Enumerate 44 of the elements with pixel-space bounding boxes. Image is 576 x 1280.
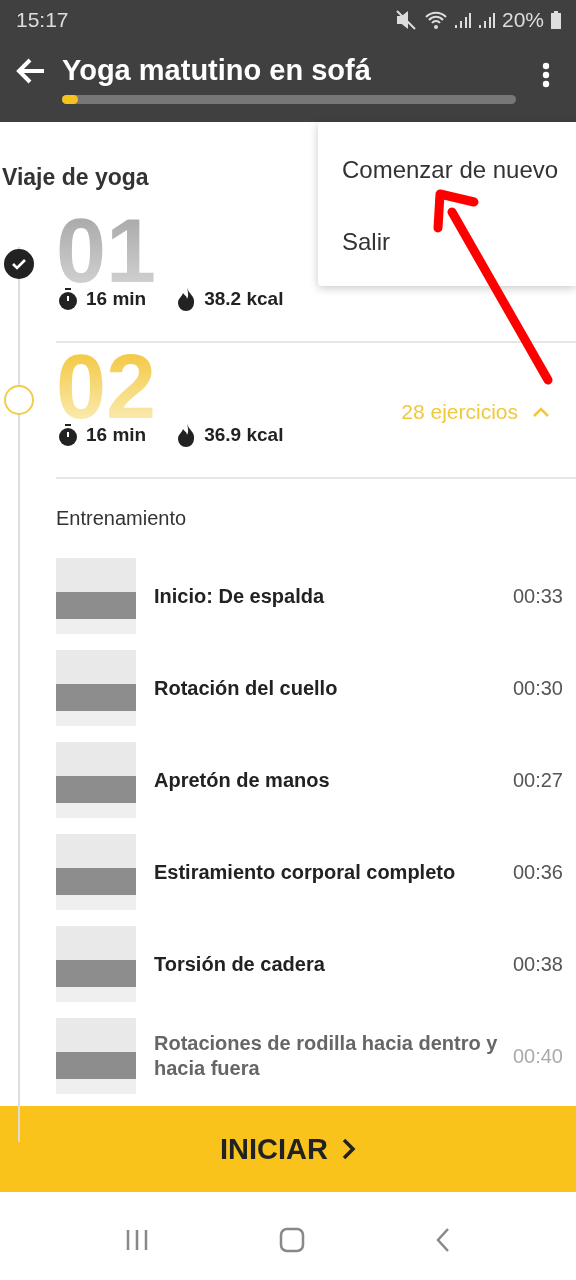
workout-heading: Entrenamiento bbox=[56, 507, 188, 530]
battery-percent: 20% bbox=[501, 8, 544, 32]
flame-icon bbox=[176, 423, 197, 447]
duration: 16 min bbox=[86, 288, 147, 310]
more-vertical-icon bbox=[542, 62, 550, 88]
exercise-name: Inicio: De espalda bbox=[154, 583, 326, 609]
exercise-row[interactable]: Inicio: De espalda 00:33 bbox=[56, 550, 576, 642]
exercise-time: 00:40 bbox=[512, 1044, 563, 1068]
exercise-row[interactable]: Torsión de cadera 00:38 bbox=[56, 918, 576, 1010]
signal-icon bbox=[477, 10, 496, 30]
calories: 36.9 kcal bbox=[204, 424, 284, 446]
workout-title: Yoga matutino en sofá bbox=[62, 54, 372, 87]
menu-item[interactable]: Salir bbox=[318, 218, 576, 266]
exercise-name: Torsión de cadera bbox=[154, 951, 326, 977]
stopwatch-icon bbox=[58, 288, 78, 310]
chevron-right-icon bbox=[341, 1138, 356, 1160]
battery-icon bbox=[550, 10, 562, 30]
flame-icon bbox=[176, 287, 197, 311]
exercise-time: 00:27 bbox=[512, 768, 563, 792]
start-button[interactable]: INICIAR bbox=[0, 1106, 576, 1192]
caret-icon bbox=[532, 406, 550, 418]
exercise-name: Estiramiento corporal completo bbox=[154, 859, 457, 885]
exercise-time: 00:38 bbox=[512, 952, 563, 976]
exercise-name: Apretón de manos bbox=[154, 767, 331, 793]
status-time: 15:17 bbox=[16, 8, 69, 32]
duration: 16 min bbox=[86, 424, 147, 446]
exercise-name: Rotaciones de rodilla hacia dentro y hacia fuera bbox=[154, 1031, 499, 1081]
exercise-time: 00:30 bbox=[512, 676, 563, 700]
stopwatch-icon bbox=[58, 424, 78, 446]
wifi-icon bbox=[423, 10, 448, 30]
calories: 38.2 kcal bbox=[204, 288, 284, 310]
check-icon bbox=[11, 258, 27, 270]
section-title: Viaje de yoga bbox=[2, 164, 149, 191]
exercise-time: 00:33 bbox=[512, 584, 563, 608]
signal-icon bbox=[453, 10, 472, 30]
back-arrow-icon bbox=[16, 58, 46, 84]
exercise-row[interactable]: Apretón de manos 00:27 bbox=[56, 734, 576, 826]
exercise-row[interactable]: Rotación del cuello 00:30 bbox=[56, 642, 576, 734]
exercise-name: Rotación del cuello bbox=[154, 675, 339, 701]
menu-item[interactable]: Comenzar de nuevo bbox=[318, 146, 576, 194]
exercise-time: 00:36 bbox=[512, 860, 563, 884]
mute-icon bbox=[395, 10, 418, 30]
exercise-row[interactable]: Estiramiento corporal completo 00:36 bbox=[56, 826, 576, 918]
exercise-row[interactable]: Rotaciones de rodilla hacia dentro y hacia fuera 00:40 bbox=[56, 1010, 576, 1102]
